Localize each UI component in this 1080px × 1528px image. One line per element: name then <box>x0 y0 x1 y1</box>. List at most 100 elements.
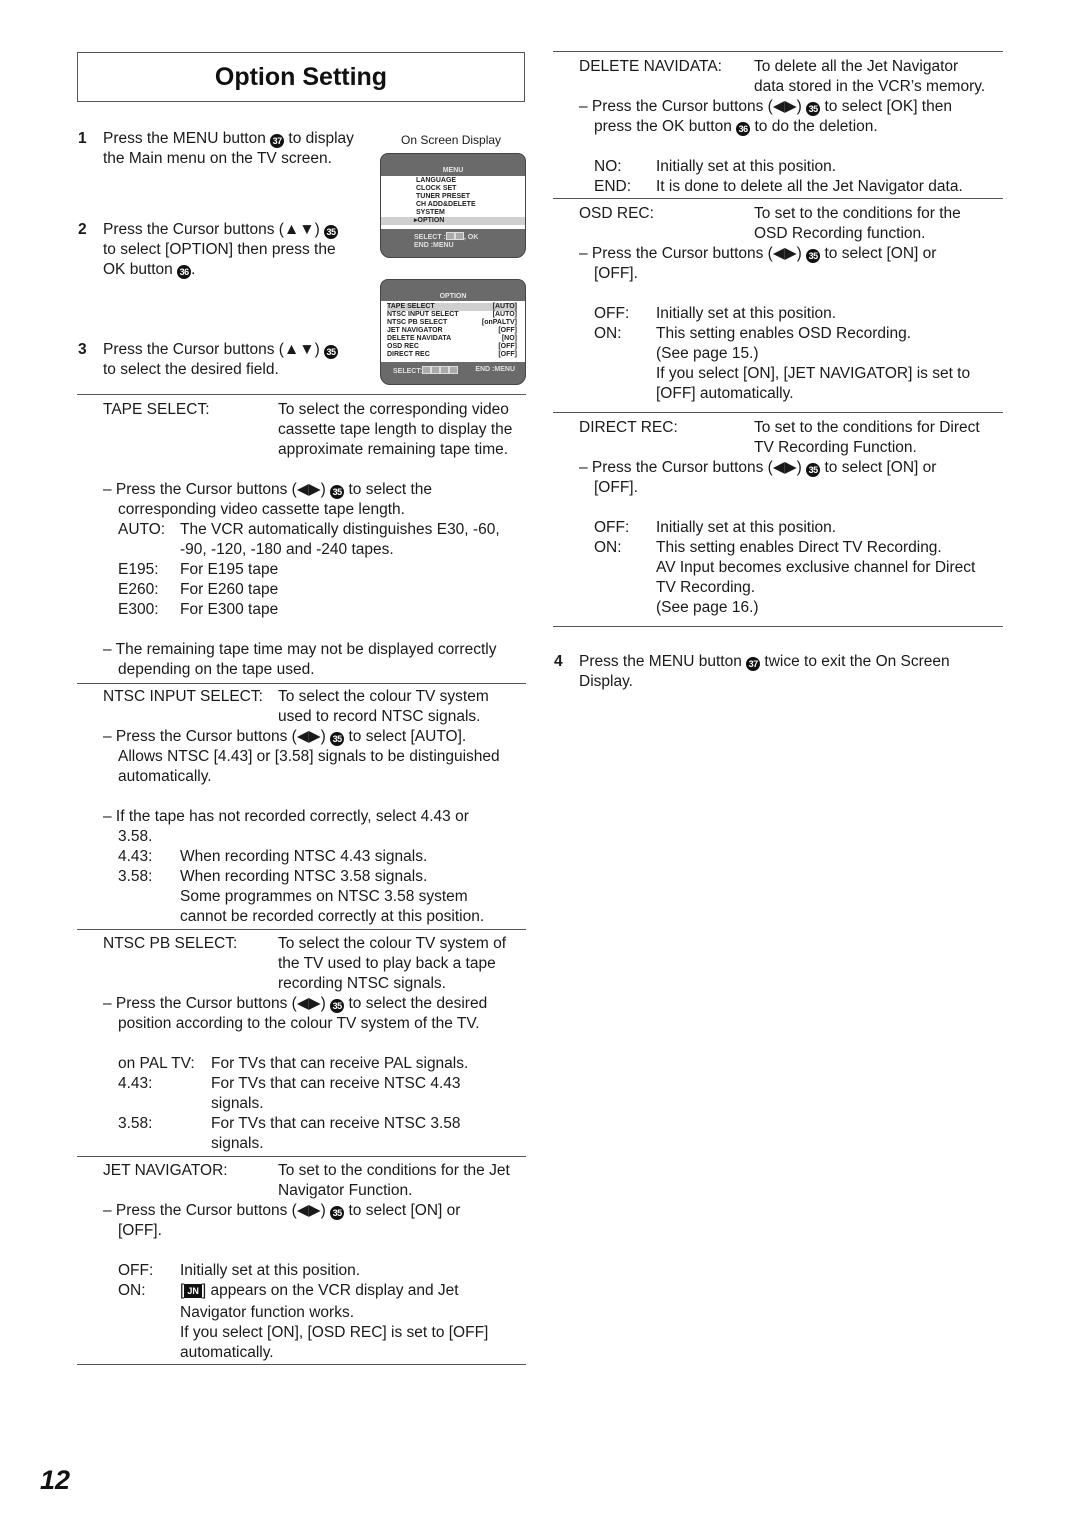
step-number: 1 <box>78 130 87 147</box>
divider <box>77 394 526 395</box>
tape-note: – The remaining tape time may not be dis… <box>103 640 496 680</box>
option-value: For TVs that can receive PAL signals. <box>211 1055 469 1072</box>
button-35-icon: 35 <box>806 249 821 263</box>
option-value: Initially set at this position. <box>656 305 837 322</box>
option-value: If you select [ON], [OSD REC] is set to … <box>180 1324 489 1341</box>
option-value: If you select [ON], [JET NAVIGATOR] is s… <box>656 365 971 382</box>
delete-navidata-options: NO: Initially set at this position. END: I… <box>594 157 963 197</box>
step-number: 2 <box>78 221 87 238</box>
osd-rec-desc: To set to the conditions for the OSD Rec… <box>754 204 961 244</box>
divider <box>77 1156 526 1157</box>
option-key: OFF: <box>118 1262 154 1279</box>
step-number: 3 <box>78 341 87 358</box>
option-name: DIRECT REC <box>387 351 430 358</box>
text: [OFF]. <box>594 479 638 496</box>
option-value: Navigator function works. <box>180 1304 355 1321</box>
divider <box>77 1364 526 1365</box>
menu-screen-list: LANGUAGE CLOCK SET TUNER PRESET CH ADD&D… <box>381 176 525 229</box>
text: To set to the conditions for Direct <box>754 419 980 436</box>
option-value: When recording NTSC 3.58 signals. <box>180 868 428 885</box>
ntsc-pb-options: on PAL TV: For TVs that can receive PAL s… <box>118 1054 468 1154</box>
option-value: For E260 tape <box>180 581 279 598</box>
option-name: DELETE NAVIDATA <box>387 335 452 342</box>
divider <box>553 51 1003 52</box>
text: To select the colour TV system of <box>278 935 507 952</box>
arrow-key-icon <box>431 366 441 374</box>
option-row: TAPE SELECT [AUTO] <box>387 303 517 311</box>
option-key: OFF: <box>594 519 630 536</box>
option-row: DIRECT REC [OFF] <box>387 351 517 359</box>
option-value: [NO] <box>501 335 517 342</box>
option-name: NTSC INPUT SELECT <box>387 311 459 318</box>
divider <box>553 198 1003 199</box>
option-key: on PAL TV: <box>118 1055 195 1072</box>
text: Press the MENU button <box>579 653 747 670</box>
tape-select-instruction: – Press the Cursor buttons (◀▶) 35 to se… <box>103 480 432 520</box>
arrow-key-icon <box>449 366 459 374</box>
option-key: END: <box>594 178 632 195</box>
text: TV Recording Function. <box>754 439 917 456</box>
text: to select [OPTION] then press the <box>103 241 336 258</box>
option-screen-footer: SELECT: END :MENU <box>381 362 525 376</box>
option-value: (See page 15.) <box>656 345 759 362</box>
jet-navigator-desc: To set to the conditions for the Jet Nav… <box>278 1161 510 1201</box>
option-value: [AUTO] <box>492 311 517 318</box>
text: OSD Recording function. <box>754 225 926 242</box>
menu-item: CH ADD&DELETE <box>416 201 476 208</box>
jet-navigator-options: OFF: Initially set at this position. ON:[… <box>118 1262 489 1361</box>
ntsc-pb-label: NTSC PB SELECT: <box>103 935 238 952</box>
option-key: 4.43: <box>118 848 153 865</box>
option-row: NTSC INPUT SELECT [AUTO] <box>387 311 517 319</box>
direct-rec-options: OFF: Initially set at this position. ON: T… <box>594 518 975 618</box>
menu-item: CLOCK SET <box>416 185 457 192</box>
text: – Press the Cursor buttons (◀▶) <box>579 459 807 476</box>
button-35-icon: 35 <box>324 225 339 239</box>
step-1-text: Press the MENU button 37 to display the … <box>103 129 354 169</box>
option-key: 3.58: <box>118 1115 153 1132</box>
option-value: -90, -120, -180 and -240 tapes. <box>180 541 394 558</box>
divider <box>553 412 1003 413</box>
osd-label: On Screen Display <box>401 133 502 147</box>
step-3-text: Press the Cursor buttons (▲▼) 35 to sele… <box>103 340 339 380</box>
text: corresponding video cassette tape length… <box>118 501 405 518</box>
option-value: [onPALTV] <box>481 319 517 326</box>
tape-select-label: TAPE SELECT: <box>103 401 210 418</box>
osd-rec-options: OFF: Initially set at this position. ON: T… <box>594 304 970 404</box>
delete-navidata-label: DELETE NAVIDATA: <box>579 58 722 75</box>
text: to select the desired field. <box>103 361 279 378</box>
option-row: JET NAVIGATOR [OFF] <box>387 327 517 335</box>
text: – The remaining tape time may not be dis… <box>103 641 497 658</box>
option-value: (See page 16.) <box>656 599 759 616</box>
option-screen: OPTION TAPE SELECT [AUTO] NTSC INPUT SELE… <box>380 279 526 385</box>
option-value: Initially set at this position. <box>656 519 837 536</box>
button-35-icon: 35 <box>330 732 345 746</box>
option-screen-title: OPTION <box>439 293 467 300</box>
text: Press the Cursor buttons (▲▼) <box>103 341 325 358</box>
text: – Press the Cursor buttons (◀▶) <box>103 728 331 745</box>
option-key: OFF: <box>594 305 630 322</box>
ntsc-pb-desc: To select the colour TV system of the TV… <box>278 934 506 994</box>
button-35-icon: 35 <box>324 345 339 359</box>
option-value: signals. <box>211 1095 264 1112</box>
option-key: NO: <box>594 158 622 175</box>
button-36-icon: 36 <box>736 122 751 136</box>
divider <box>77 929 526 930</box>
text: to select [AUTO]. <box>344 728 467 745</box>
ntsc-input-desc: To select the colour TV system used to r… <box>278 687 489 727</box>
ntsc-input-options: 4.43: When recording NTSC 4.43 signals. 3… <box>118 847 484 927</box>
text: OK button <box>103 261 178 278</box>
button-35-icon: 35 <box>330 999 345 1013</box>
menu-item-selected: ▸OPTION <box>381 217 525 225</box>
updown-key-icon <box>445 232 455 240</box>
text: END :MENU <box>414 242 454 249</box>
updown-key-icon <box>454 232 464 240</box>
divider <box>553 626 1003 627</box>
option-value: [OFF] automatically. <box>656 385 794 402</box>
option-value: signals. <box>211 1135 264 1152</box>
ntsc-input-instruction: – Press the Cursor buttons (◀▶) 35 to se… <box>103 727 500 787</box>
ntsc-input-note: – If the tape has not recorded correctly… <box>103 807 469 847</box>
text: END :MENU <box>475 366 515 373</box>
option-value: appears on the VCR display and Jet <box>206 1282 459 1299</box>
text: To set to the conditions for the Jet <box>278 1162 510 1179</box>
direct-rec-desc: To set to the conditions for Direct TV R… <box>754 418 980 458</box>
